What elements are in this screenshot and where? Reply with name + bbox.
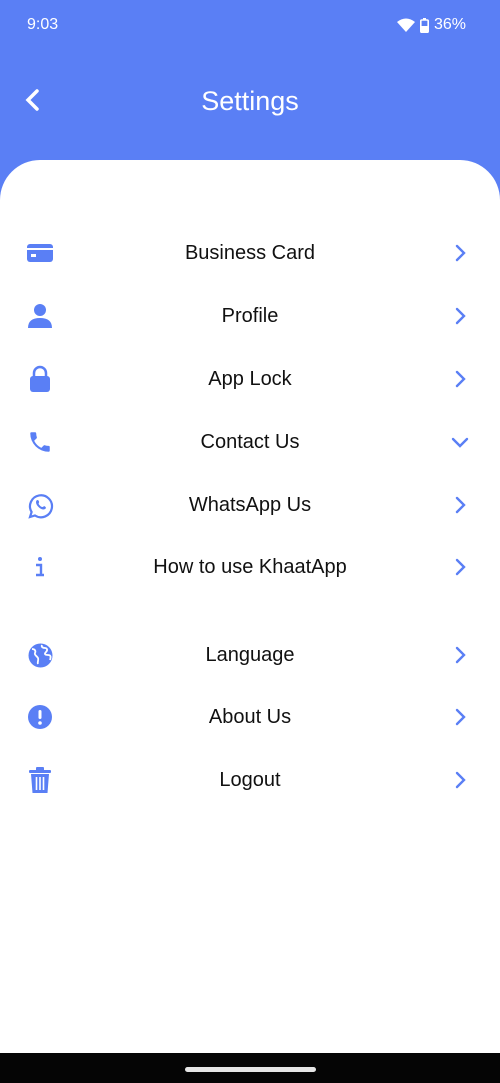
menu-item-label: Logout	[219, 768, 281, 791]
navigation-bar	[0, 1053, 500, 1083]
exclamation-circle-icon	[26, 703, 54, 731]
menu-item-label: Contact Us	[200, 430, 300, 453]
chevron-right-icon	[455, 771, 466, 789]
battery-percent: 36%	[433, 16, 466, 33]
menu-item-language[interactable]: Language	[0, 627, 500, 683]
phone-icon	[26, 428, 54, 456]
menu-item-label: WhatsApp Us	[188, 493, 312, 516]
menu-item-profile[interactable]: Profile	[0, 288, 500, 344]
lock-icon	[26, 365, 54, 393]
battery-icon	[419, 17, 429, 33]
chevron-right-icon	[455, 496, 466, 514]
home-gesture-handle[interactable]	[185, 1067, 316, 1072]
info-icon	[26, 553, 54, 581]
menu-item-contact-us[interactable]: Contact Us	[0, 414, 500, 470]
credit-card-icon	[26, 239, 54, 267]
chevron-right-icon	[455, 646, 466, 664]
menu-item-logout[interactable]: Logout	[0, 752, 500, 808]
wifi-icon	[396, 18, 415, 32]
chevron-right-icon	[455, 244, 466, 262]
menu-item-label: Business Card	[184, 241, 316, 264]
app-header: Settings	[0, 70, 500, 134]
globe-icon	[26, 641, 54, 669]
trash-icon	[26, 766, 54, 794]
menu-item-label: Profile	[221, 304, 279, 327]
status-time: 9:03	[27, 16, 59, 33]
person-icon	[26, 302, 54, 330]
whatsapp-icon	[26, 491, 54, 519]
chevron-right-icon	[455, 708, 466, 726]
chevron-right-icon	[455, 307, 466, 325]
menu-item-app-lock[interactable]: App Lock	[0, 351, 500, 407]
chevron-down-icon	[451, 437, 469, 448]
chevron-right-icon	[455, 370, 466, 388]
settings-card: Business Card Profile App Lock Contact Us Wh…	[0, 160, 500, 1053]
menu-item-label: About Us	[208, 705, 292, 728]
menu-item-label: How to use KhaatApp	[153, 555, 347, 578]
menu-item-how-to-use-khaatapp[interactable]: How to use KhaatApp	[0, 539, 500, 595]
menu-item-business-card[interactable]: Business Card	[0, 225, 500, 281]
chevron-right-icon	[455, 558, 466, 576]
menu-item-label: App Lock	[208, 367, 292, 390]
page-title: Settings	[201, 86, 299, 116]
status-bar: 9:03 36%	[0, 0, 500, 50]
menu-item-label: Language	[205, 643, 295, 666]
menu-item-about-us[interactable]: About Us	[0, 689, 500, 745]
menu-item-whatsapp-us[interactable]: WhatsApp Us	[0, 477, 500, 533]
